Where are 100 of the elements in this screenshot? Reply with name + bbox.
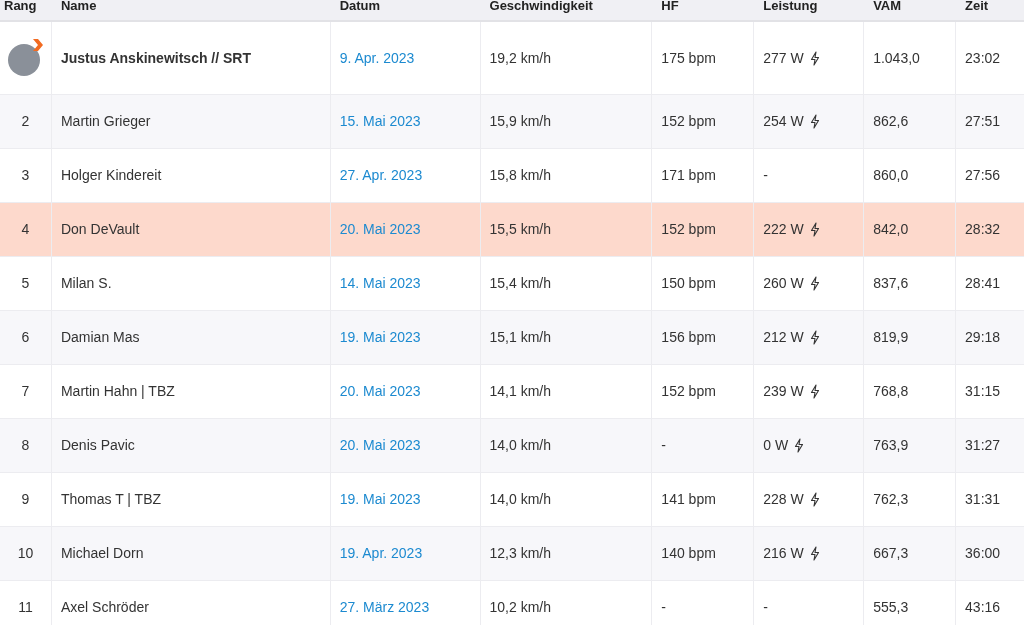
heart-rate-cell-text: - [661,598,667,617]
lightning-bolt-icon [809,276,820,291]
column-header[interactable]: HF [661,0,679,12]
athlete-name[interactable]: Thomas T | TBZ [60,489,162,510]
rank-cell-text: 5 [21,274,30,293]
time-cell-text: 36:00 [965,544,1001,563]
power-cell-text: 260 W [763,274,804,293]
rank-cell-text: 7 [21,382,30,401]
rank-cell-text: 4 [21,220,30,239]
date-link[interactable]: 20. Mai 2023 [339,435,421,456]
power-cell-text: - [763,598,768,617]
time-cell-text: 43:16 [965,598,1001,617]
table-row[interactable]: 3 Holger Kindereit 27. Apr. 2023 15,8 km/h 171 bpm - 860,0 27:56 [0,149,1024,203]
date-link[interactable]: 14. Mai 2023 [339,273,421,294]
lightning-bolt-icon [809,384,820,399]
rank-cell-text: 11 [18,598,33,617]
vam-cell-text: 762,3 [873,490,909,509]
lightning-bolt-icon [809,492,820,507]
date-link[interactable]: 27. Apr. 2023 [339,165,423,186]
rank-cell-text: 3 [21,166,30,185]
date-link[interactable]: 15. Mai 2023 [339,111,421,132]
power-cell-text: 254 W [763,112,804,131]
power-cell-text: 277 W [763,48,804,68]
time-cell-text: 29:18 [965,328,1001,347]
speed-cell-text: 14,0 km/h [489,490,551,509]
date-link[interactable]: 19. Mai 2023 [339,489,421,510]
athlete-name[interactable]: Damian Mas [60,327,140,348]
column-header[interactable]: Name [60,0,97,12]
power-cell-text: 222 W [763,220,804,239]
lightning-bolt-icon [809,330,820,345]
heart-rate-cell-text: 175 bpm [661,48,716,68]
power-cell-text: 0 W [763,436,789,455]
rank-cell-text: 2 [21,112,30,131]
vam-cell-text: 862,6 [873,112,909,131]
athlete-name[interactable]: Don DeVault [60,219,140,240]
column-header[interactable]: Geschwindigkeit [489,0,593,12]
table-row[interactable]: 7 Martin Hahn | TBZ 20. Mai 2023 14,1 km/h 152 bpm 239 W 768,8 31:15 [0,365,1024,419]
heart-rate-cell-text: 152 bpm [661,220,716,239]
vam-cell-text: 555,3 [873,598,909,617]
athlete-name[interactable]: Martin Grieger [60,111,151,132]
athlete-name[interactable]: Milan S. [60,273,112,294]
time-cell-text: 28:32 [965,220,1001,239]
column-header[interactable]: Rang [4,0,37,12]
speed-cell-text: 15,1 km/h [489,328,551,347]
time-cell-text: 23:02 [965,48,1001,68]
speed-cell-text: 15,9 km/h [489,112,551,131]
athlete-name[interactable]: Martin Hahn | TBZ [60,381,175,402]
rank-cell-text: 8 [21,436,30,455]
speed-cell-text: 14,0 km/h [489,436,551,455]
speed-cell-text: 15,5 km/h [489,220,551,239]
table-row[interactable]: 8 Denis Pavic 20. Mai 2023 14,0 km/h - 0 W 763,9 31:27 [0,419,1024,473]
speed-cell-text: 19,2 km/h [489,48,551,68]
power-cell-text: 212 W [763,328,804,347]
power-cell-text: 216 W [763,544,804,563]
vam-cell-text: 667,3 [873,544,909,563]
heart-rate-cell-text: 150 bpm [661,274,716,293]
athlete-name[interactable]: Holger Kindereit [60,165,162,186]
power-cell-text: 228 W [763,490,804,509]
table-row[interactable]: 10 Michael Dorn 19. Apr. 2023 12,3 km/h 140 bpm 216 W 667,3 36:00 [0,527,1024,581]
table-row[interactable]: Justus Anskinewitsch // SRT 9. Apr. 2023 19,2 km/h 175 bpm 277 W 1.043,0 23:02 [0,22,1024,95]
time-cell-text: 27:51 [965,112,1001,131]
column-header[interactable]: VAM [873,0,902,12]
date-link[interactable]: 19. Mai 2023 [339,327,421,348]
rank-cell-text: 6 [21,328,30,347]
table-row[interactable]: 9 Thomas T | TBZ 19. Mai 2023 14,0 km/h 141 bpm 228 W 762,3 31:31 [0,473,1024,527]
heart-rate-cell-text: - [661,436,667,455]
table-row[interactable]: 4 Don DeVault 20. Mai 2023 15,5 km/h 152 bpm 222 W 842,0 28:32 [0,203,1024,257]
heart-rate-cell-text: 171 bpm [661,166,716,185]
rank-cell-text: 10 [17,544,34,563]
lightning-bolt-icon [794,438,805,453]
table-row[interactable]: 5 Milan S. 14. Mai 2023 15,4 km/h 150 bpm 260 W 837,6 28:41 [0,257,1024,311]
heart-rate-cell-text: 152 bpm [661,112,716,131]
vam-cell-text: 768,8 [873,382,909,401]
lightning-bolt-icon [809,114,820,129]
column-header[interactable]: Leistung [763,0,818,12]
heart-rate-cell-text: 140 bpm [661,544,716,563]
athlete-name[interactable]: Axel Schröder [60,597,149,618]
table-row[interactable]: 6 Damian Mas 19. Mai 2023 15,1 km/h 156 bpm 212 W 819,9 29:18 [0,311,1024,365]
athlete-name[interactable]: Justus Anskinewitsch // SRT [60,47,252,69]
table-row[interactable]: 2 Martin Grieger 15. Mai 2023 15,9 km/h 152 bpm 254 W 862,6 27:51 [0,95,1024,149]
heart-rate-cell-text: 156 bpm [661,328,716,347]
vam-cell-text: 763,9 [873,436,909,455]
power-cell-text: 239 W [763,382,804,401]
power-cell-text: - [763,166,768,185]
heart-rate-cell-text: 141 bpm [661,490,716,509]
athlete-name[interactable]: Michael Dorn [60,543,144,564]
vam-cell-text: 1.043,0 [873,48,920,68]
rank-cell-text: 9 [21,490,30,509]
speed-cell-text: 15,8 km/h [489,166,551,185]
date-link[interactable]: 27. März 2023 [339,597,430,618]
speed-cell-text: 12,3 km/h [489,544,551,563]
date-link[interactable]: 9. Apr. 2023 [339,47,415,69]
date-link[interactable]: 20. Mai 2023 [339,381,421,402]
lightning-bolt-icon [809,50,820,66]
time-cell-text: 27:56 [965,166,1001,185]
date-link[interactable]: 19. Apr. 2023 [339,543,423,564]
column-header[interactable]: Zeit [965,0,989,12]
speed-cell-text: 15,4 km/h [489,274,551,293]
column-header[interactable]: Datum [339,0,381,12]
athlete-name[interactable]: Denis Pavic [60,435,135,456]
